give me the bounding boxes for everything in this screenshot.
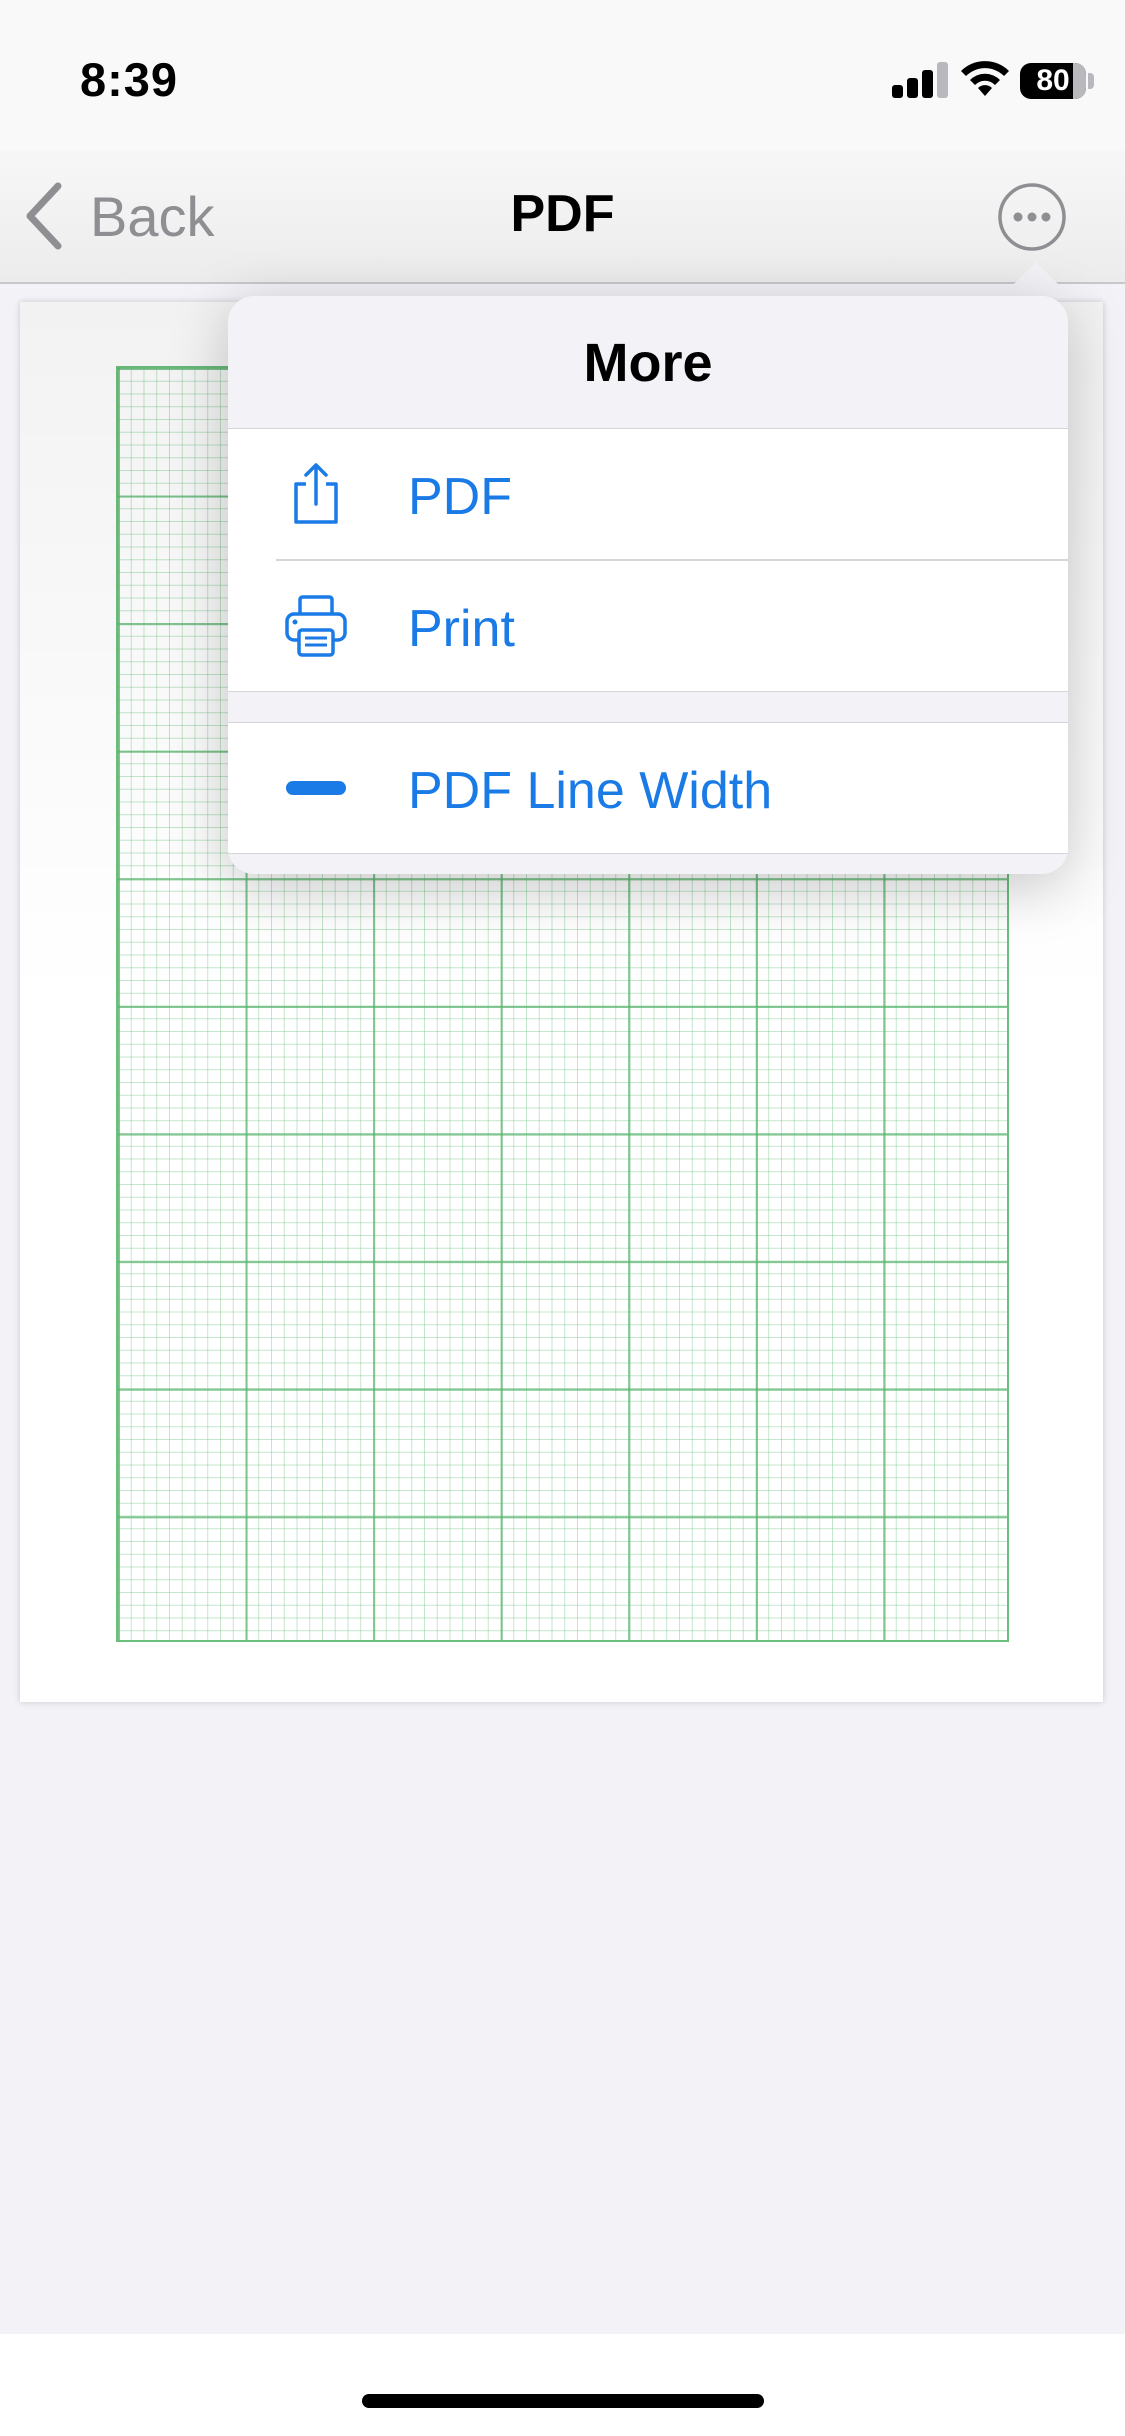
navigation-bar: Back PDF <box>0 150 1125 284</box>
menu-item-label: Print <box>408 600 515 658</box>
status-time: 8:39 <box>80 53 179 106</box>
menu-group-settings: PDF Line Width <box>228 722 1068 854</box>
home-indicator-area <box>0 2334 1125 2436</box>
menu-item-pdf[interactable]: PDF <box>228 429 1068 561</box>
popover-title: More <box>583 333 713 393</box>
page-title: PDF <box>510 185 615 243</box>
battery-icon: 80 <box>1020 63 1086 99</box>
menu-item-label: PDF Line Width <box>408 762 773 820</box>
wifi-icon <box>961 61 1009 96</box>
share-icon <box>294 463 338 524</box>
status-bar: 8:39 80 <box>0 0 1125 150</box>
menu-item-label: PDF <box>408 468 512 526</box>
printer-icon <box>285 595 347 657</box>
battery-level: 80 <box>1036 64 1070 97</box>
line-width-icon <box>286 781 346 795</box>
menu-group-export: PDF Print <box>228 428 1068 692</box>
more-popover: More PDF Print PDF Line Width <box>228 296 1068 874</box>
battery-cap <box>1088 73 1094 89</box>
popover-arrow <box>1000 262 1072 298</box>
menu-item-print[interactable]: Print <box>228 561 1068 691</box>
menu-item-pdf-line-width[interactable]: PDF Line Width <box>228 723 1068 853</box>
home-indicator[interactable] <box>362 2394 764 2408</box>
cellular-signal-icon <box>892 62 950 98</box>
more-options-icon[interactable] <box>997 182 1067 252</box>
